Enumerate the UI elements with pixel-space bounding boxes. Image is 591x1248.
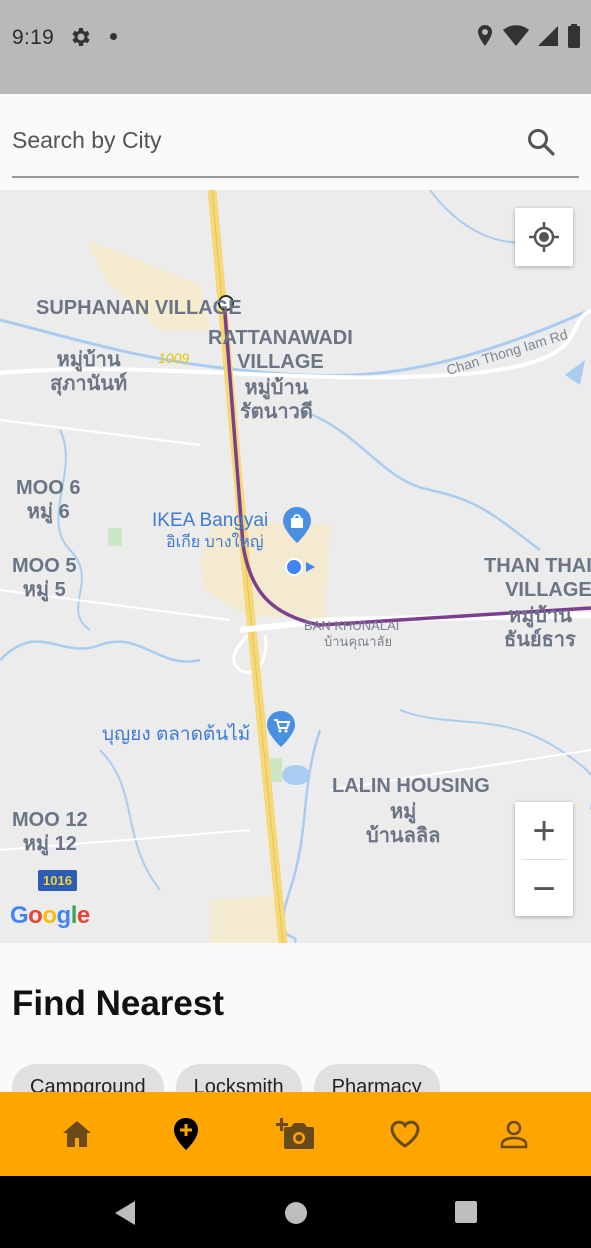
status-right-icons (475, 24, 581, 48)
place-label-than-thai: THAN THAI VILLAGE (484, 555, 591, 601)
route-number-1009: 1009 (158, 350, 190, 366)
place-label-ban-khunalai-th: บ้านคุณาลัย (324, 634, 393, 649)
add-location-icon (174, 1118, 199, 1150)
place-label-moo6: MOO 6 หมู่ 6 (16, 477, 81, 523)
poi-label-ikea[interactable]: IKEA Bangyai (152, 510, 268, 532)
place-label-than-thai-th: หมู่บ้าน ธันย์ธาร (504, 605, 576, 651)
nav-favorites[interactable] (375, 1104, 435, 1164)
cart-pin-icon[interactable] (266, 710, 296, 748)
status-bar: 9:19 (0, 0, 591, 94)
dot-icon (110, 33, 117, 40)
recents-icon[interactable] (454, 1200, 478, 1224)
nav-profile[interactable] (484, 1104, 544, 1164)
nav-home[interactable] (47, 1104, 107, 1164)
map-view[interactable]: SUPHANAN VILLAGE หมู่บ้าน สุภานันท์ RATT… (0, 190, 591, 943)
gear-icon (72, 28, 90, 46)
poi-label-market[interactable]: บุญยง ตลาดต้นไม้ (102, 724, 250, 746)
place-label-suphanan: SUPHANAN VILLAGE (36, 297, 242, 319)
place-label-lalin-th: หมู่ บ้านลลิล (366, 801, 441, 847)
zoom-in-button[interactable]: + (515, 802, 573, 859)
status-time: 9:19 (12, 26, 55, 49)
home-icon (62, 1121, 91, 1147)
my-location-button[interactable] (515, 208, 573, 266)
search-bar (0, 94, 591, 190)
system-navigation-bar (0, 1176, 591, 1248)
poi-label-ikea-th: อิเกีย บางใหญ่ (166, 534, 264, 551)
zoom-out-button[interactable]: − (515, 860, 573, 917)
place-label-rattanawadi-th: หมู่บ้าน รัตนาวดี (240, 377, 313, 423)
place-label-ban-khunalai: BAN KHUNALAI (304, 618, 400, 633)
place-label-moo12: MOO 12 หมู่ 12 (12, 809, 88, 855)
bottom-navigation (0, 1092, 591, 1176)
google-logo: Google (10, 902, 90, 929)
back-icon[interactable] (113, 1200, 137, 1226)
signal-icon (538, 26, 558, 46)
home-circle-icon[interactable] (283, 1200, 309, 1226)
favorite-icon (390, 1120, 420, 1148)
place-label-lalin: LALIN HOUSING (332, 775, 490, 797)
add-photo-icon (276, 1118, 315, 1149)
location-icon (478, 25, 492, 46)
current-location-marker (285, 558, 315, 576)
wifi-icon (503, 25, 529, 46)
profile-icon (500, 1120, 528, 1149)
my-location-icon (529, 222, 559, 252)
place-label-suphanan-th: หมู่บ้าน สุภานันท์ (50, 349, 128, 395)
search-underline (12, 176, 579, 178)
zoom-controls: + − (515, 802, 573, 916)
search-icon[interactable] (526, 127, 556, 157)
find-nearest-title: Find Nearest (12, 984, 224, 1023)
search-input[interactable] (12, 120, 512, 160)
nav-add-location[interactable] (156, 1104, 216, 1164)
nav-add-photo[interactable] (265, 1104, 325, 1164)
place-label-moo5: MOO 5 หมู่ 5 (12, 555, 77, 601)
battery-icon (568, 24, 580, 48)
place-label-rattanawadi: RATTANAWADI VILLAGE (208, 327, 353, 373)
shopping-pin-icon[interactable] (282, 506, 312, 544)
route-shield-1016: 1016 (38, 870, 77, 891)
